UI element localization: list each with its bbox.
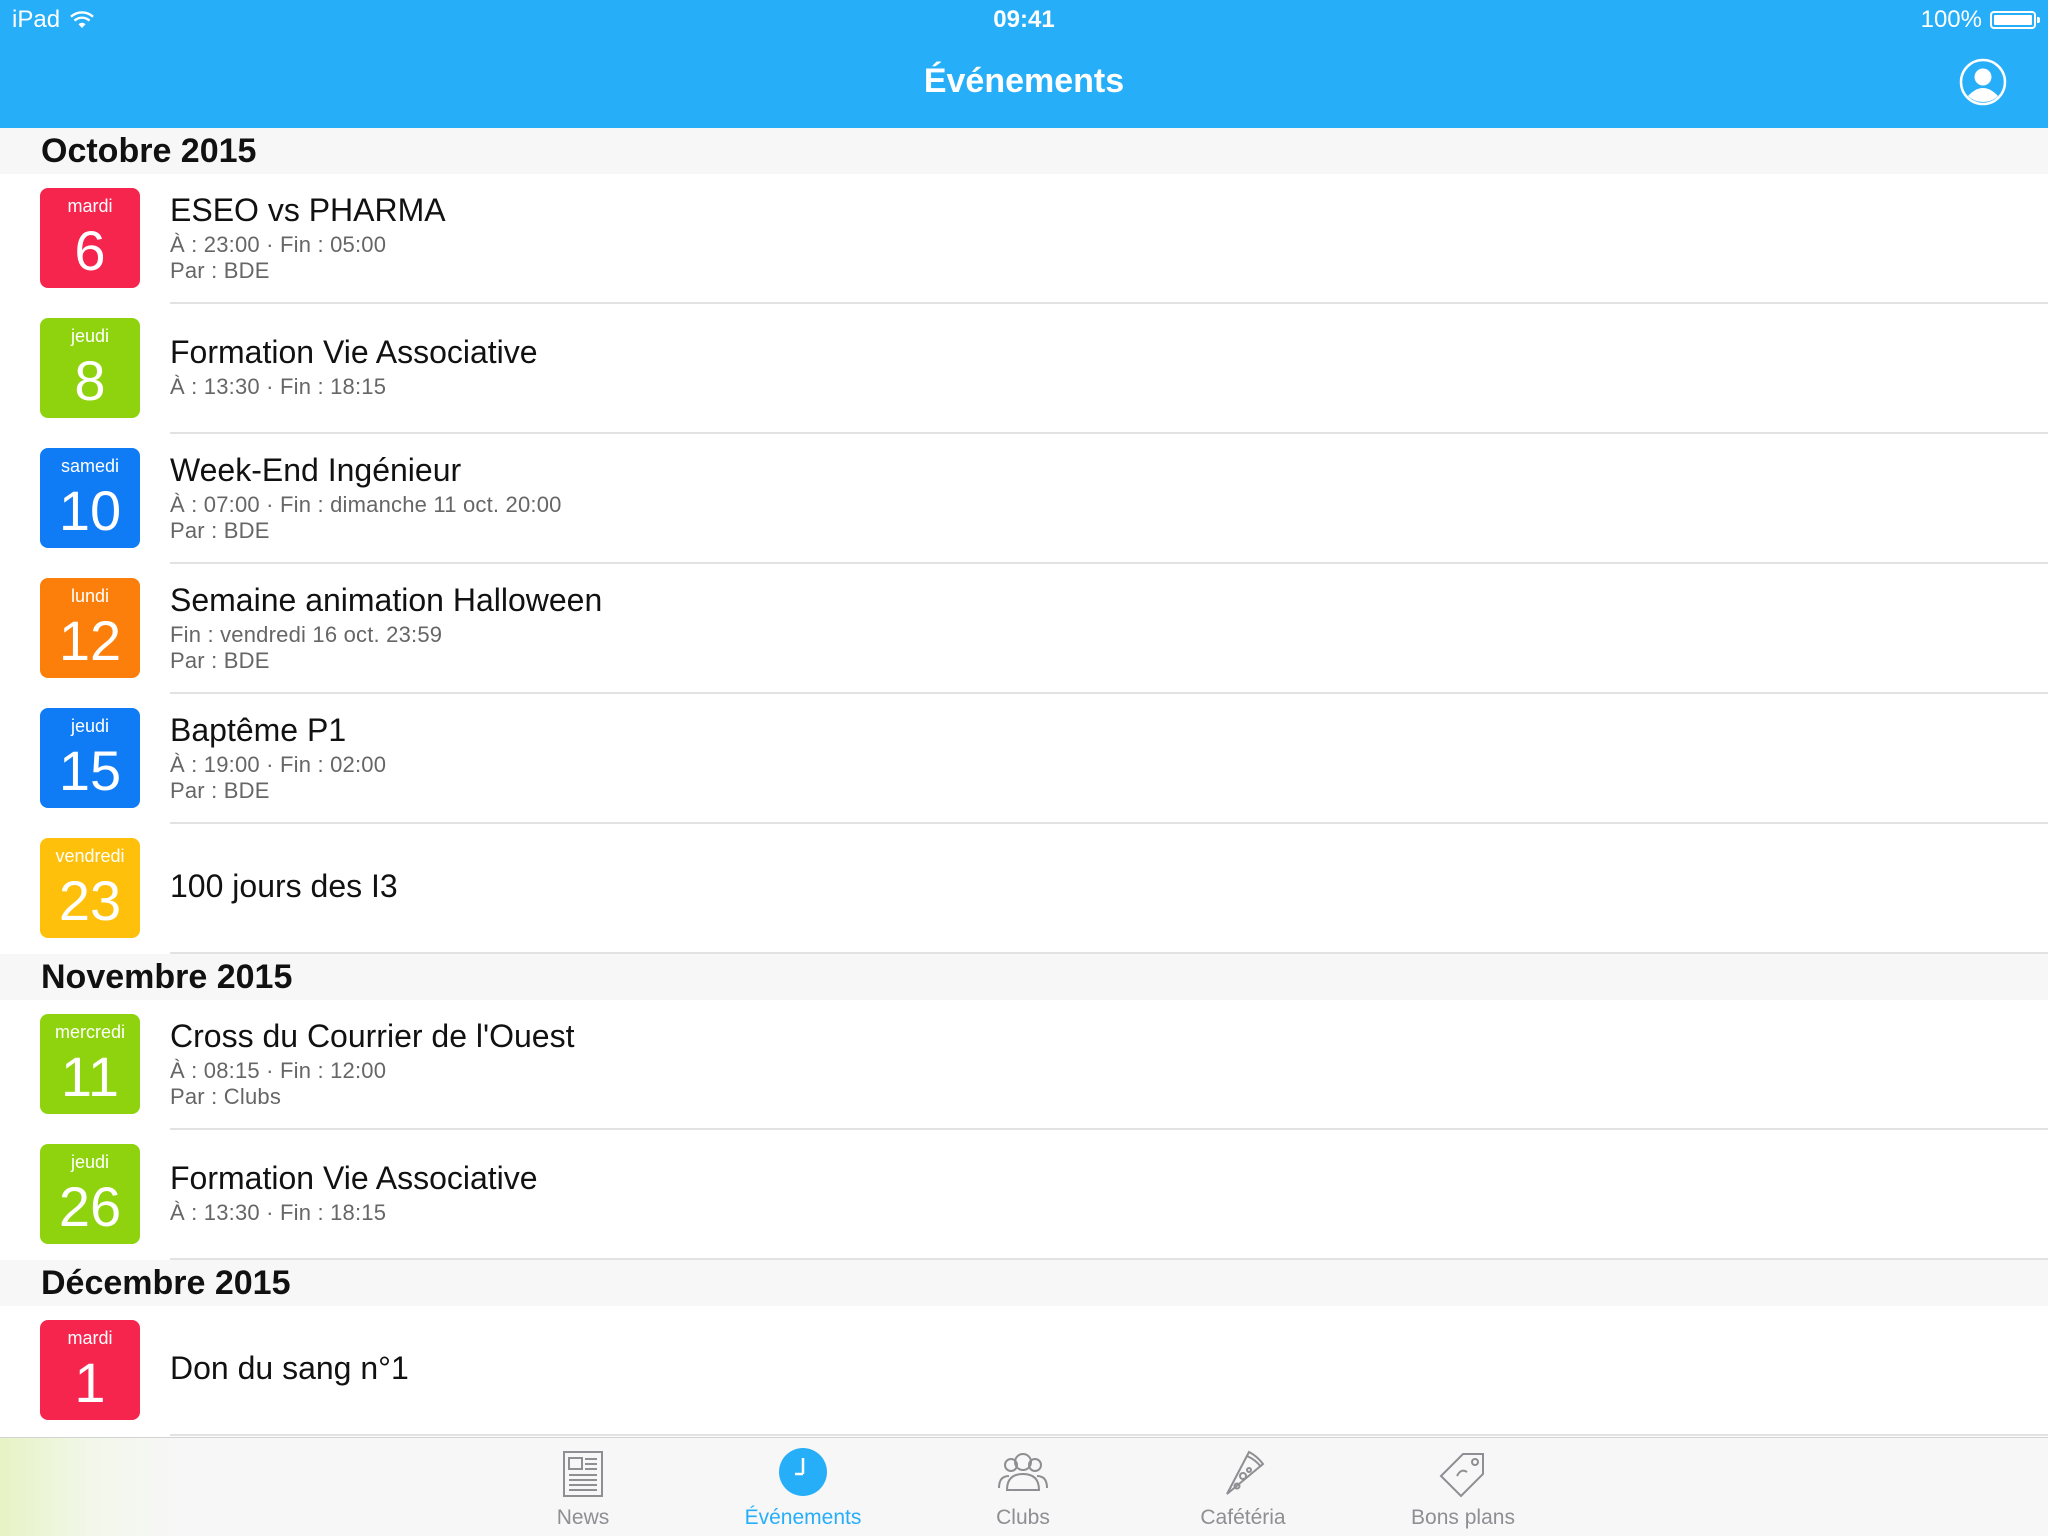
date-badge: jeudi 26 bbox=[40, 1144, 140, 1244]
date-badge: lundi 12 bbox=[40, 578, 140, 678]
row-separator bbox=[170, 1434, 2048, 1436]
tab-label: Bons plans bbox=[1411, 1506, 1515, 1529]
event-title: Week-End Ingénieur bbox=[170, 452, 462, 488]
tab-bar: News Événements Clubs Cafétéria Bons plans bbox=[0, 1437, 2048, 1536]
event-title: 100 jours des I3 bbox=[170, 868, 398, 904]
event-row[interactable]: mardi 6 ESEO vs PHARMA À : 23:00 · Fin : 05… bbox=[0, 174, 2048, 304]
event-title: Formation Vie Associative bbox=[170, 334, 538, 370]
date-weekday: samedi bbox=[60, 456, 120, 476]
date-badge: mardi 6 bbox=[40, 188, 140, 288]
user-avatar-icon[interactable] bbox=[1959, 58, 2007, 106]
event-title: ESEO vs PHARMA bbox=[170, 192, 446, 228]
section-title: Novembre 2015 bbox=[41, 958, 293, 996]
date-number: 15 bbox=[58, 739, 122, 802]
date-badge: mardi 1 bbox=[40, 1320, 140, 1420]
battery-percent: 100% bbox=[1920, 6, 1982, 33]
event-organizer: Par : BDE bbox=[170, 518, 270, 543]
date-number: 12 bbox=[58, 609, 122, 672]
date-badge: jeudi 8 bbox=[40, 318, 140, 418]
people-icon bbox=[993, 1446, 1053, 1502]
tab-cafétéria[interactable]: Cafétéria bbox=[1163, 1438, 1323, 1537]
date-weekday: jeudi bbox=[70, 1152, 110, 1172]
event-title: Formation Vie Associative bbox=[170, 1160, 538, 1196]
event-row[interactable]: vendredi 23 100 jours des I3 bbox=[0, 824, 2048, 954]
event-organizer: Par : Clubs bbox=[170, 1084, 282, 1109]
event-title: Baptême P1 bbox=[170, 712, 347, 748]
date-weekday: mardi bbox=[67, 196, 113, 216]
event-row[interactable]: mercredi 11 Cross du Courrier de l'Ouest À … bbox=[0, 1000, 2048, 1130]
navigation-header: iPad 09:41 100% Événements bbox=[0, 0, 2048, 128]
event-times: À : 19:00 · Fin : 02:00 bbox=[170, 752, 387, 777]
tab-label: Clubs bbox=[996, 1506, 1050, 1529]
battery-icon bbox=[1990, 11, 2040, 29]
date-weekday: mardi bbox=[67, 1328, 113, 1348]
status-time: 09:41 bbox=[993, 6, 1055, 33]
event-row[interactable]: mardi 1 Don du sang n°1 bbox=[0, 1306, 2048, 1436]
date-number: 1 bbox=[74, 1351, 106, 1414]
section-header: Décembre 2015 bbox=[0, 1260, 2048, 1306]
event-times: À : 13:30 · Fin : 18:15 bbox=[170, 1200, 387, 1225]
event-organizer: Par : BDE bbox=[170, 778, 270, 803]
clock-icon bbox=[773, 1446, 833, 1502]
event-times: À : 23:00 · Fin : 05:00 bbox=[170, 232, 387, 257]
status-right: 100% bbox=[1920, 6, 2040, 34]
tab-événements[interactable]: Événements bbox=[723, 1438, 883, 1537]
page-title: Événements bbox=[923, 62, 1125, 100]
event-list[interactable]: Octobre 2015 mardi 6 ESEO vs PHARMA À : 23:0… bbox=[0, 128, 2048, 1437]
event-title: Cross du Courrier de l'Ouest bbox=[170, 1018, 575, 1054]
date-number: 8 bbox=[74, 349, 106, 412]
event-title: Semaine animation Halloween bbox=[170, 582, 603, 618]
date-weekday: mercredi bbox=[54, 1022, 125, 1042]
tab-label: Événements bbox=[744, 1506, 862, 1529]
event-row[interactable]: lundi 12 Semaine animation Halloween Fin : … bbox=[0, 564, 2048, 694]
event-times: À : 08:15 · Fin : 12:00 bbox=[170, 1058, 387, 1083]
date-weekday: lundi bbox=[70, 586, 110, 606]
date-number: 11 bbox=[60, 1045, 120, 1108]
newspaper-icon bbox=[553, 1446, 613, 1502]
date-badge: jeudi 15 bbox=[40, 708, 140, 808]
date-weekday: jeudi bbox=[70, 326, 110, 346]
section-header: Novembre 2015 bbox=[0, 954, 2048, 1000]
event-times: À : 07:00 · Fin : dimanche 11 oct. 20:00 bbox=[170, 492, 562, 517]
date-number: 10 bbox=[58, 479, 122, 542]
event-row[interactable]: jeudi 26 Formation Vie Associative À : 13:3… bbox=[0, 1130, 2048, 1260]
date-number: 6 bbox=[74, 219, 106, 282]
pizza-icon bbox=[1213, 1446, 1273, 1502]
date-badge: vendredi 23 bbox=[40, 838, 140, 938]
event-organizer: Par : BDE bbox=[170, 258, 270, 283]
section-title: Décembre 2015 bbox=[41, 1264, 291, 1302]
date-number: 23 bbox=[58, 869, 122, 932]
tab-news[interactable]: News bbox=[503, 1438, 663, 1537]
date-number: 26 bbox=[58, 1175, 122, 1238]
section-title: Octobre 2015 bbox=[41, 132, 257, 170]
event-row[interactable]: jeudi 15 Baptême P1 À : 19:00 · Fin : 02:00… bbox=[0, 694, 2048, 824]
event-title: Don du sang n°1 bbox=[170, 1350, 409, 1386]
tab-label: Cafétéria bbox=[1200, 1506, 1286, 1529]
event-row[interactable]: jeudi 8 Formation Vie Associative À : 13:30… bbox=[0, 304, 2048, 434]
tab-clubs[interactable]: Clubs bbox=[943, 1438, 1103, 1537]
date-weekday: vendredi bbox=[55, 846, 125, 866]
date-badge: mercredi 11 bbox=[40, 1014, 140, 1114]
tab-bons-plans[interactable]: Bons plans bbox=[1383, 1438, 1543, 1537]
event-organizer: Par : BDE bbox=[170, 648, 270, 673]
date-badge: samedi 10 bbox=[40, 448, 140, 548]
event-times: À : 13:30 · Fin : 18:15 bbox=[170, 374, 387, 399]
date-weekday: jeudi bbox=[70, 716, 110, 736]
event-row[interactable]: samedi 10 Week-End Ingénieur À : 07:00 · Fi… bbox=[0, 434, 2048, 564]
event-times: Fin : vendredi 16 oct. 23:59 bbox=[170, 622, 443, 647]
price-tag-icon bbox=[1433, 1446, 1493, 1502]
tab-label: News bbox=[556, 1506, 610, 1529]
section-header: Octobre 2015 bbox=[0, 128, 2048, 174]
